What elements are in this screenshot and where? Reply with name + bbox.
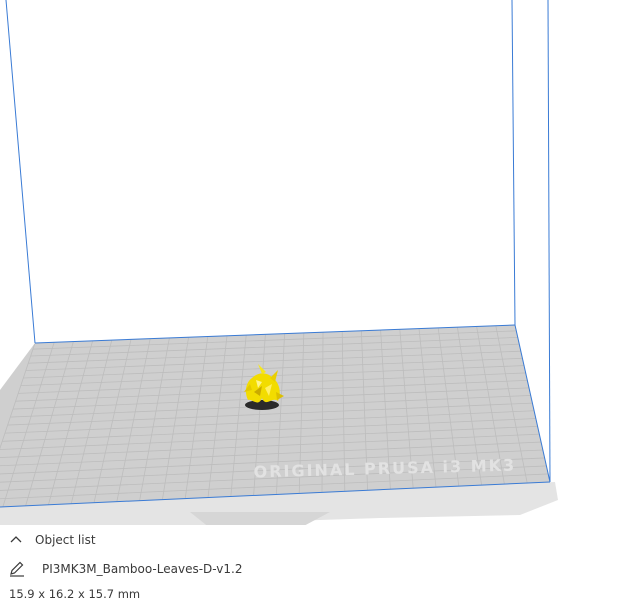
build-plate-scene[interactable]: ORIGINAL PRUSA i3 MK3 [0, 0, 636, 525]
chevron-up-icon[interactable] [8, 532, 24, 548]
model-shadow [245, 400, 279, 410]
object-dimensions: 15.9 x 16.2 x 15.7 mm [9, 587, 141, 601]
object-list-panel: Object list PI3MK3M_Bamboo-Leaves-D-v1.2… [0, 525, 636, 611]
object-list-item[interactable]: PI3MK3M_Bamboo-Leaves-D-v1.2 [8, 559, 242, 579]
pencil-edit-icon[interactable] [8, 560, 26, 578]
3d-viewport[interactable]: ORIGINAL PRUSA i3 MK3 [0, 0, 636, 525]
object-list-header[interactable]: Object list [8, 531, 96, 549]
printer-base-shadow [190, 512, 330, 525]
object-list-title: Object list [35, 533, 96, 547]
object-name: PI3MK3M_Bamboo-Leaves-D-v1.2 [42, 562, 243, 576]
